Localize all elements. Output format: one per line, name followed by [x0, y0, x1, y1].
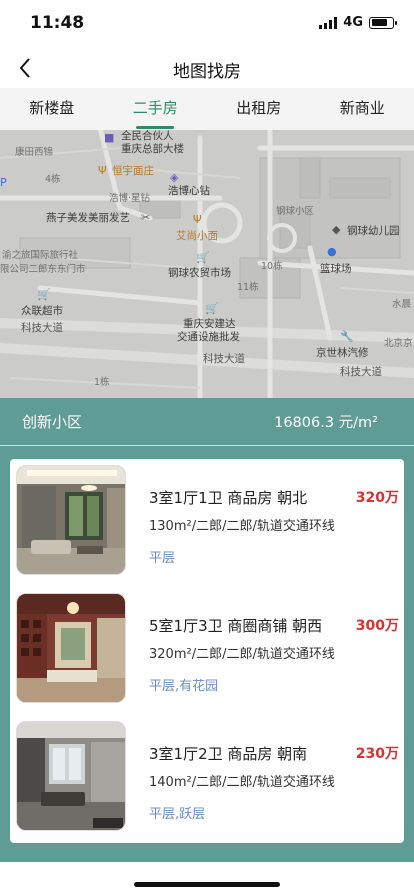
map-label-gangqiu-xiaoqu: 钢球小区 [276, 206, 315, 217]
map-label-jiaotong: 交通设施批发 [177, 331, 240, 343]
map-label-kangtian: 康田西锦 [15, 147, 54, 158]
listing-tags: 平层,有花园 [149, 679, 219, 694]
map-label-1dong: 1栋 [94, 377, 110, 388]
map-label-anjianda: 重庆安建达 [183, 318, 236, 330]
tab-new-commercial[interactable]: 新商业 [311, 88, 414, 130]
map-label-jingshilin: 京世林汽修 [316, 347, 369, 359]
hair-salon-icon: ✂ [141, 211, 151, 224]
map-label-yuzhilv: 渝之旅国际旅行社 [2, 250, 79, 261]
listing-item[interactable]: 5室1厅3卫 商圈商铺 朝西 300万 320m²/二郎/二郎/轨道交通环线 平… [10, 587, 404, 711]
tab-rentals[interactable]: 出租房 [207, 88, 311, 130]
building-pin-icon: ◈ [170, 171, 179, 184]
home-indicator[interactable] [134, 882, 280, 887]
shopping-cart-icon: 🛒 [196, 251, 210, 264]
building-pin-icon: ■ [104, 131, 115, 144]
listing-item[interactable]: 3室1厅1卫 商品房 朝北 320万 130m²/二郎/二郎/轨道交通环线 平层 [10, 459, 404, 583]
listing-price: 320万 [355, 490, 399, 506]
listing-title: 5室1厅3卫 商圈商铺 朝西 [149, 617, 323, 635]
map-label-keji-road-3: 科技大道 [340, 366, 382, 378]
school-icon: ◆ [332, 223, 341, 236]
shopping-cart-icon: 🛒 [205, 302, 219, 315]
signal-icon [319, 16, 338, 29]
parking-icon: P [0, 176, 7, 189]
map-label-aishang: 艾尚小面 [176, 230, 218, 242]
listing-price: 300万 [355, 618, 399, 634]
map-label-shuichen: 水晨 [392, 299, 412, 310]
status-bar: 11:48 4G [0, 0, 414, 48]
map-label-yanzi-salon: 燕子美发美丽发艺 [46, 212, 130, 224]
map-label-erlang-ltd: 限公司二郎东东门市 [0, 264, 86, 275]
restaurant-icon: Ψ [193, 213, 202, 226]
map-label-hengyu: 恒宇面庄 [112, 165, 154, 177]
listing-item[interactable]: 3室1厅2卫 商品房 朝南 230万 140m²/二郎/二郎/轨道交通环线 平层… [10, 715, 404, 839]
status-time: 11:48 [30, 13, 85, 33]
map-label-haobo-xinzuan: 浩博心钻 [168, 185, 210, 197]
bottom-safe-area [0, 862, 414, 896]
tab-second-hand[interactable]: 二手房 [104, 88, 208, 130]
listing-meta: 140m²/二郎/二郎/轨道交通环线 [149, 775, 335, 790]
listing-list: 3室1厅1卫 商品房 朝北 320万 130m²/二郎/二郎/轨道交通环线 平层… [10, 459, 404, 843]
map-label-quanmin: 全民合伙人 [121, 130, 174, 142]
listing-title: 3室1厅1卫 商品房 朝北 [149, 489, 308, 507]
listing-meta: 130m²/二郎/二郎/轨道交通环线 [149, 519, 335, 534]
map-label-chongqing-hq: 重庆总部大楼 [121, 143, 184, 155]
listing-tags: 平层 [149, 551, 176, 566]
map-label-lanqiuchang: 篮球场 [320, 263, 352, 275]
listing-meta: 320m²/二郎/二郎/轨道交通环线 [149, 647, 335, 662]
map-label-haobo-xingzuan: 浩博·星钻 [109, 193, 151, 204]
network-type: 4G [343, 15, 363, 30]
category-tabs: 新楼盘 二手房 出租房 新商业 [0, 88, 414, 130]
map-label-zhonglian: 众联超市 [21, 305, 63, 317]
community-name: 创新小区 [22, 413, 83, 431]
listing-price: 230万 [355, 746, 399, 762]
map-label-10dong: 10栋 [261, 261, 283, 272]
battery-icon [369, 16, 397, 29]
basketball-icon: ● [327, 245, 337, 258]
map-label-keji-road-2: 科技大道 [203, 353, 245, 365]
map-label-keji-road-1: 科技大道 [21, 322, 63, 334]
listing-photo [16, 465, 126, 575]
tab-new-homes[interactable]: 新楼盘 [0, 88, 104, 130]
map-view[interactable]: 全民合伙人 重庆总部大楼 ■ 康田西锦 Ψ 恒宇面庄 P 4栋 浩博·星钻 ◈ … [0, 88, 414, 398]
listing-tags: 平层,跃层 [149, 807, 206, 822]
community-avg-price: 16806.3 元/m² [274, 415, 378, 431]
map-label-4dong: 4栋 [45, 174, 61, 185]
map-label-11dong: 11栋 [237, 282, 259, 293]
navigation-bar: 地图找房 [0, 48, 414, 88]
map-label-gangqiu-market: 钢球农贸市场 [168, 267, 231, 279]
status-indicators: 4G [319, 15, 397, 30]
restaurant-icon: Ψ [98, 164, 107, 177]
community-summary: 创新小区 16806.3 元/m² [0, 398, 414, 446]
page-title: 地图找房 [173, 62, 241, 82]
listing-photo [16, 721, 126, 831]
map-label-gangqiu-kindergarten: 钢球幼儿园 [347, 225, 400, 237]
listing-photo [16, 593, 126, 703]
listing-title: 3室1厅2卫 商品房 朝南 [149, 745, 308, 763]
wrench-icon: 🔧 [340, 330, 354, 343]
shopping-cart-icon: 🛒 [37, 288, 51, 301]
map-label-beijing: 北京京 [384, 338, 413, 349]
